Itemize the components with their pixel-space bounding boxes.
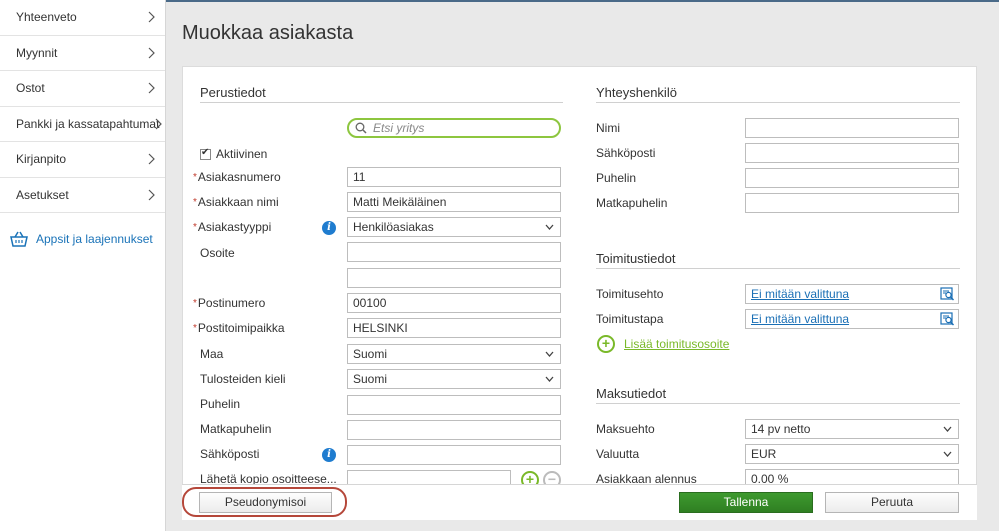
contact-name-field[interactable] bbox=[745, 118, 959, 138]
sidebar-item-apps[interactable]: Appsit ja laajennukset bbox=[0, 219, 165, 259]
print-language-select[interactable]: Suomi bbox=[347, 369, 561, 389]
sidebar-item-label: Asetukset bbox=[16, 187, 69, 202]
main-content: Muokkaa asiakasta Perustiedot Etsi yrity… bbox=[166, 0, 999, 531]
active-checkbox[interactable] bbox=[200, 147, 211, 160]
contact-mobile-field[interactable] bbox=[745, 193, 959, 213]
page-title: Muokkaa asiakasta bbox=[182, 22, 354, 44]
caret-down-icon bbox=[545, 224, 554, 230]
sidebar-item-label: Kirjanpito bbox=[16, 152, 67, 167]
contact-mobile-label: Matkapuhelin bbox=[596, 196, 668, 210]
mobile-label: Matkapuhelin bbox=[200, 422, 272, 436]
sidebar-item-sales[interactable]: Myynnit bbox=[0, 36, 165, 71]
delivery-terms-link[interactable]: Ei mitään valittuna bbox=[751, 287, 849, 301]
cancel-button[interactable]: Peruuta bbox=[825, 492, 959, 513]
lookup-icon[interactable] bbox=[940, 287, 955, 301]
currency-value: EUR bbox=[751, 447, 777, 461]
customer-type-select[interactable]: Henkilöasiakas bbox=[347, 217, 561, 237]
sidebar-item-label: Myynnit bbox=[16, 45, 58, 60]
currency-select[interactable]: EUR bbox=[745, 444, 959, 464]
chevron-right-icon bbox=[148, 153, 155, 165]
lookup-icon[interactable] bbox=[940, 312, 955, 326]
section-divider bbox=[596, 102, 960, 103]
shopping-basket-icon bbox=[10, 231, 28, 247]
chevron-right-icon bbox=[155, 118, 162, 130]
chevron-right-icon bbox=[148, 189, 155, 201]
sidebar-item-bank[interactable]: Pankki ja kassatapahtumat bbox=[0, 107, 165, 142]
address-line2-field[interactable] bbox=[347, 268, 561, 288]
payment-terms-label: Maksuehto bbox=[596, 422, 655, 436]
postal-code-field[interactable]: 00100 bbox=[347, 293, 561, 313]
active-label: Aktiivinen bbox=[216, 147, 268, 161]
customer-number-field[interactable]: 11 bbox=[347, 167, 561, 187]
sidebar-item-label: Pankki ja kassatapahtumat bbox=[16, 116, 160, 131]
address-label: Osoite bbox=[200, 246, 235, 260]
customer-type-label: *Asiakastyyppi bbox=[193, 220, 272, 234]
city-label: *Postitoimipaikka bbox=[193, 321, 285, 335]
section-title-payment: Maksutiedot bbox=[596, 386, 667, 401]
caret-down-icon bbox=[943, 451, 952, 457]
print-language-label: Tulosteiden kieli bbox=[200, 372, 286, 386]
delivery-method-label: Toimitustapa bbox=[596, 312, 664, 326]
company-search-input[interactable]: Etsi yritys bbox=[347, 118, 561, 138]
postal-code-label: *Postinumero bbox=[193, 296, 266, 310]
mobile-field[interactable] bbox=[347, 420, 561, 440]
email-field[interactable] bbox=[347, 445, 561, 465]
sidebar-item-bookkeeping[interactable]: Kirjanpito bbox=[0, 142, 165, 178]
section-divider bbox=[200, 102, 563, 103]
section-divider bbox=[596, 403, 960, 404]
section-title-basic: Perustiedot bbox=[200, 85, 266, 100]
currency-label: Valuutta bbox=[596, 447, 640, 461]
section-title-contact: Yhteyshenkilö bbox=[596, 85, 677, 100]
customer-type-value: Henkilöasiakas bbox=[353, 220, 434, 234]
chevron-right-icon bbox=[148, 11, 155, 23]
section-divider bbox=[596, 268, 960, 269]
contact-phone-label: Puhelin bbox=[596, 171, 637, 185]
add-delivery-address-link[interactable]: Lisää toimitusosoite bbox=[624, 337, 729, 351]
address-line1-field[interactable] bbox=[347, 242, 561, 262]
country-value: Suomi bbox=[353, 347, 388, 361]
caret-down-icon bbox=[545, 376, 554, 382]
info-icon[interactable]: i bbox=[322, 448, 336, 462]
plus-circle-icon[interactable]: + bbox=[597, 335, 615, 353]
phone-field[interactable] bbox=[347, 395, 561, 415]
sidebar-item-label: Ostot bbox=[16, 81, 45, 96]
search-icon bbox=[355, 122, 367, 134]
print-language-value: Suomi bbox=[353, 372, 388, 386]
customer-number-label: *Asiakasnumero bbox=[193, 170, 281, 184]
apps-link-label: Appsit ja laajennukset bbox=[36, 232, 153, 246]
section-title-delivery: Toimitustiedot bbox=[596, 251, 676, 266]
customer-name-field[interactable]: Matti Meikäläinen bbox=[347, 192, 561, 212]
country-select[interactable]: Suomi bbox=[347, 344, 561, 364]
contact-email-field[interactable] bbox=[745, 143, 959, 163]
contact-email-label: Sähköposti bbox=[596, 146, 656, 160]
sidebar-item-settings[interactable]: Asetukset bbox=[0, 178, 165, 213]
form-footer: Pseudonymisoi Tallenna Peruuta bbox=[182, 484, 977, 520]
sidebar: Yhteenveto Myynnit Ostot Pankki ja kassa… bbox=[0, 0, 166, 531]
sidebar-item-summary[interactable]: Yhteenveto bbox=[0, 0, 165, 36]
phone-label: Puhelin bbox=[200, 397, 241, 411]
chevron-right-icon bbox=[148, 82, 155, 94]
country-label: Maa bbox=[200, 347, 224, 361]
city-field[interactable]: HELSINKI bbox=[347, 318, 561, 338]
customer-name-label: *Asiakkaan nimi bbox=[193, 195, 279, 209]
delivery-terms-label: Toimitusehto bbox=[596, 287, 664, 301]
delivery-method-link[interactable]: Ei mitään valittuna bbox=[751, 312, 849, 326]
chevron-right-icon bbox=[148, 47, 155, 59]
info-icon[interactable]: i bbox=[322, 221, 336, 235]
save-button[interactable]: Tallenna bbox=[679, 492, 813, 513]
sidebar-item-purchases[interactable]: Ostot bbox=[0, 71, 165, 107]
payment-terms-select[interactable]: 14 pv netto bbox=[745, 419, 959, 439]
delivery-method-field[interactable]: Ei mitään valittuna bbox=[745, 309, 959, 329]
customer-form: Perustiedot Etsi yritys Aktiivinen *Asia… bbox=[182, 66, 977, 520]
email-label: Sähköposti bbox=[200, 447, 260, 461]
caret-down-icon bbox=[545, 351, 554, 357]
delivery-terms-field[interactable]: Ei mitään valittuna bbox=[745, 284, 959, 304]
payment-terms-value: 14 pv netto bbox=[751, 422, 811, 436]
contact-name-label: Nimi bbox=[596, 121, 620, 135]
search-placeholder: Etsi yritys bbox=[373, 121, 425, 135]
sidebar-item-label: Yhteenveto bbox=[16, 10, 77, 25]
caret-down-icon bbox=[943, 426, 952, 432]
highlight-annotation bbox=[182, 487, 347, 517]
contact-phone-field[interactable] bbox=[745, 168, 959, 188]
